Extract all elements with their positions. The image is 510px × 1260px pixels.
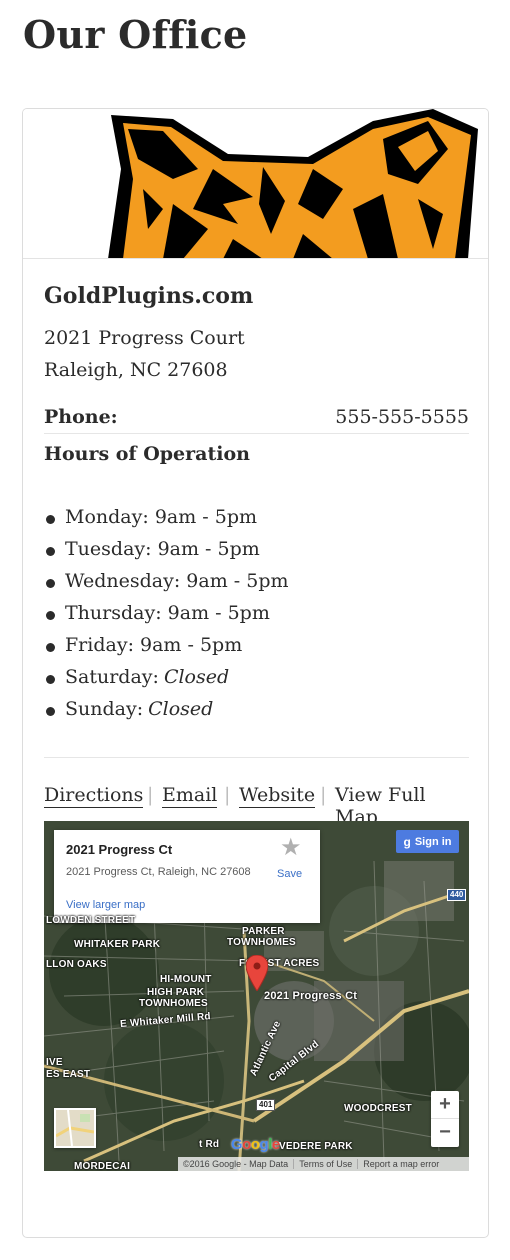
hours-value: 9am - 5pm — [140, 634, 243, 656]
map-label: HIGH PARK — [147, 987, 205, 998]
bullet-icon — [46, 611, 55, 620]
star-icon[interactable]: ★ — [280, 836, 302, 860]
map-label: WOODCREST — [344, 1103, 412, 1114]
map-label: VEDERE PARK — [279, 1141, 353, 1152]
list-item: Sunday: Closed — [44, 698, 289, 730]
bullet-icon — [46, 643, 55, 652]
hours-value: 9am - 5pm — [186, 570, 289, 592]
map-save-button[interactable]: Save — [277, 868, 302, 880]
address-line-2: Raleigh, NC 27608 — [44, 359, 228, 381]
bullet-icon — [46, 707, 55, 716]
list-item: Thursday: 9am - 5pm — [44, 602, 289, 634]
us-route-shield: 401 — [256, 1099, 276, 1111]
map-label: HI-MOUNT — [160, 974, 212, 985]
map-label: TOWNHOMES — [227, 937, 296, 948]
map-label: t Rd — [199, 1139, 220, 1150]
action-links: Directions | Email | Website | View Full… — [44, 784, 469, 830]
link-separator: | — [147, 784, 154, 806]
website-link[interactable]: Website — [239, 784, 316, 808]
hours-value: 9am - 5pm — [167, 602, 270, 624]
hours-day: Friday: — [65, 634, 134, 656]
page-title: Our Office — [23, 12, 248, 57]
terms-of-use-link[interactable]: Terms of Use — [294, 1159, 359, 1169]
list-item: Wednesday: 9am - 5pm — [44, 570, 289, 602]
directions-link[interactable]: Directions — [44, 784, 144, 808]
map-attribution: ©2016 Google - Map Data — [178, 1159, 295, 1169]
phone-label: Phone: — [44, 406, 118, 428]
list-item: Monday: 9am - 5pm — [44, 506, 289, 538]
map-sign-in-label: Sign in — [414, 835, 452, 848]
bullet-icon — [46, 579, 55, 588]
hours-day: Monday: — [65, 506, 149, 528]
map-sign-in-button[interactable]: g Sign in — [396, 830, 459, 853]
google-logo: Google — [231, 1136, 280, 1153]
map-label: WHITAKER PARK — [74, 939, 161, 950]
hours-value: Closed — [163, 666, 230, 688]
list-item: Friday: 9am - 5pm — [44, 634, 289, 666]
hours-day: Thursday: — [65, 602, 162, 624]
map-label: LOWDEN STREET — [46, 915, 136, 926]
map-label: ES EAST — [46, 1069, 91, 1080]
hours-value: Closed — [148, 698, 214, 720]
office-card: GoldPlugins.com 2021 Progress Court Rale… — [22, 108, 489, 1238]
divider — [44, 757, 469, 758]
hours-day: Saturday: — [65, 666, 159, 688]
map-footer: ©2016 Google - Map Data Terms of Use Rep… — [178, 1157, 469, 1171]
link-separator: | — [224, 784, 231, 806]
map-info-address: 2021 Progress Ct, Raleigh, NC 27608 — [66, 866, 251, 878]
hours-value: 9am - 5pm — [157, 538, 260, 560]
map-label: PARKER — [242, 926, 285, 937]
phone-number: 555-555-5555 — [335, 406, 469, 428]
phone-row: Phone: 555-555-5555 — [44, 406, 469, 434]
list-item: Tuesday: 9am - 5pm — [44, 538, 289, 570]
map-label: IVE — [46, 1057, 63, 1068]
map-label: TOWNHOMES — [139, 998, 208, 1009]
list-item: Saturday: Closed — [44, 666, 289, 698]
report-map-error-link[interactable]: Report a map error — [358, 1159, 444, 1169]
zoom-control: + − — [431, 1091, 459, 1147]
hours-day: Wednesday: — [65, 570, 181, 592]
zoom-out-button[interactable]: − — [431, 1119, 459, 1147]
view-larger-map-link[interactable]: View larger map — [66, 899, 145, 911]
embedded-map[interactable]: 2021 Progress Ct 2021 Progress Ct, Ralei… — [44, 821, 469, 1171]
bullet-icon — [46, 547, 55, 556]
tiger-banner-image — [23, 109, 488, 259]
map-info-title: 2021 Progress Ct — [66, 842, 173, 857]
hours-list: Monday: 9am - 5pm Tuesday: 9am - 5pm Wed… — [44, 506, 289, 730]
hours-value: 9am - 5pm — [154, 506, 258, 528]
interstate-shield: 440 — [447, 889, 467, 901]
map-info-window: 2021 Progress Ct 2021 Progress Ct, Ralei… — [54, 830, 320, 923]
email-link[interactable]: Email — [162, 784, 218, 808]
google-plus-icon: g — [403, 834, 411, 849]
hours-day: Sunday: — [65, 698, 144, 720]
bullet-icon — [46, 675, 55, 684]
map-pin-label: 2021 Progress Ct — [264, 990, 358, 1002]
street-view-thumbnail[interactable] — [54, 1108, 96, 1148]
map-label: MORDECAI — [74, 1161, 131, 1171]
bullet-icon — [46, 515, 55, 524]
hours-title: Hours of Operation — [44, 443, 250, 465]
hours-day: Tuesday: — [65, 538, 152, 560]
map-label: LLON OAKS — [46, 959, 107, 970]
address-line-1: 2021 Progress Court — [44, 327, 245, 349]
map-pin-icon[interactable] — [246, 955, 268, 991]
zoom-in-button[interactable]: + — [431, 1091, 459, 1119]
business-name: GoldPlugins.com — [44, 283, 254, 309]
link-separator: | — [320, 784, 327, 806]
